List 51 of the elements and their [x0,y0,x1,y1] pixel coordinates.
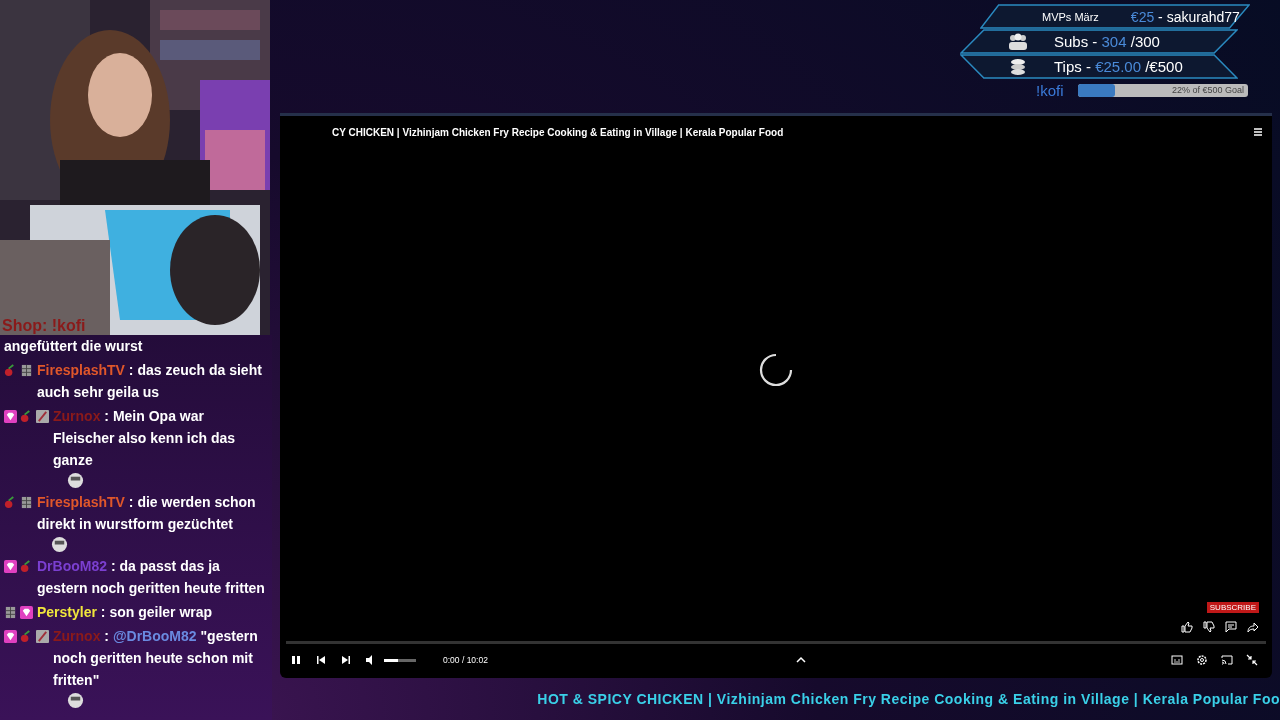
share-icon[interactable] [1247,621,1259,633]
ticker-text: HOT & SPICY CHICKEN | Vizhinjam Chicken Fry Recipe Cooking & Eating in Village | Kerala Popular Foo [537,691,1280,707]
subscribe-button[interactable]: SUBSCRIBE [1206,602,1259,613]
emote-icon [51,536,68,553]
volume-slider[interactable] [384,658,416,662]
cherry-badge-icon [4,495,17,509]
goal-text: 22% of €500 Goal [1171,85,1244,96]
tips-total: Tips - €25.00 /€500 [1054,58,1183,75]
mvp-label: MVPs März [1042,10,1099,23]
cherry-badge-icon [4,363,17,377]
cherry-badge-icon [20,629,33,643]
shop-label: Shop: !kofi [2,317,86,335]
loading-spinner-icon [758,352,794,388]
time-display: 0:00 / 10:02 [443,655,488,665]
next-icon[interactable] [340,654,352,666]
exit-fullscreen-icon[interactable] [1246,654,1258,666]
kofi-label: !kofi [1036,82,1064,99]
previous-icon[interactable] [315,654,327,666]
thumbs-down-icon[interactable] [1203,621,1215,633]
grid-badge-icon [20,495,33,509]
gem-badge-icon [4,629,17,643]
progress-track[interactable] [286,641,1266,644]
cherry-badge-icon [20,409,33,423]
cherry-badge-icon [20,559,33,573]
gem-badge-icon [4,559,17,573]
emote-icon [67,692,84,709]
playlist-icon[interactable] [1252,126,1264,138]
subs-count: Subs - 304 /300 [1054,33,1160,50]
gem-badge-icon [4,409,17,423]
comment-icon[interactable] [1225,621,1237,633]
chat-message: FiresplashTV : die werden schon direkt in wurstform gezüchtet [37,493,257,534]
chat-message: Zurnox : Mein Opa war Fleischer also kenn ich das ganze [53,407,237,470]
chat-message: FiresplashTV : das zeuch da sieht auch sehr geila us [37,361,263,402]
chat-message: Zurnox : @DrBooM82 "gestern noch geritten heute schon mit fritten" [53,627,259,690]
feather-badge-icon [36,409,49,423]
video-title: CY CHICKEN | Vizhinjam Chicken Fry Recipe Cooking & Eating in Village | Kerala Popular Food [332,126,784,138]
chat-message: angefüttert die wurst [4,337,144,356]
pause-icon[interactable] [290,654,302,666]
cast-icon[interactable] [1221,654,1233,666]
emote-icon [67,472,84,489]
settings-icon[interactable] [1196,654,1208,666]
grid-badge-icon [20,363,33,377]
mvp-value: €25 - sakurahd77 [1130,8,1240,25]
feather-badge-icon [36,629,49,643]
chat-message: Perstyler : son geiler wrap [37,603,214,622]
grid-badge-icon [4,605,17,619]
captions-icon[interactable] [1171,654,1183,666]
coins-icon [1008,57,1028,76]
gem-badge-icon [20,605,33,619]
people-icon [1008,32,1028,51]
thumbs-up-icon[interactable] [1181,621,1193,633]
